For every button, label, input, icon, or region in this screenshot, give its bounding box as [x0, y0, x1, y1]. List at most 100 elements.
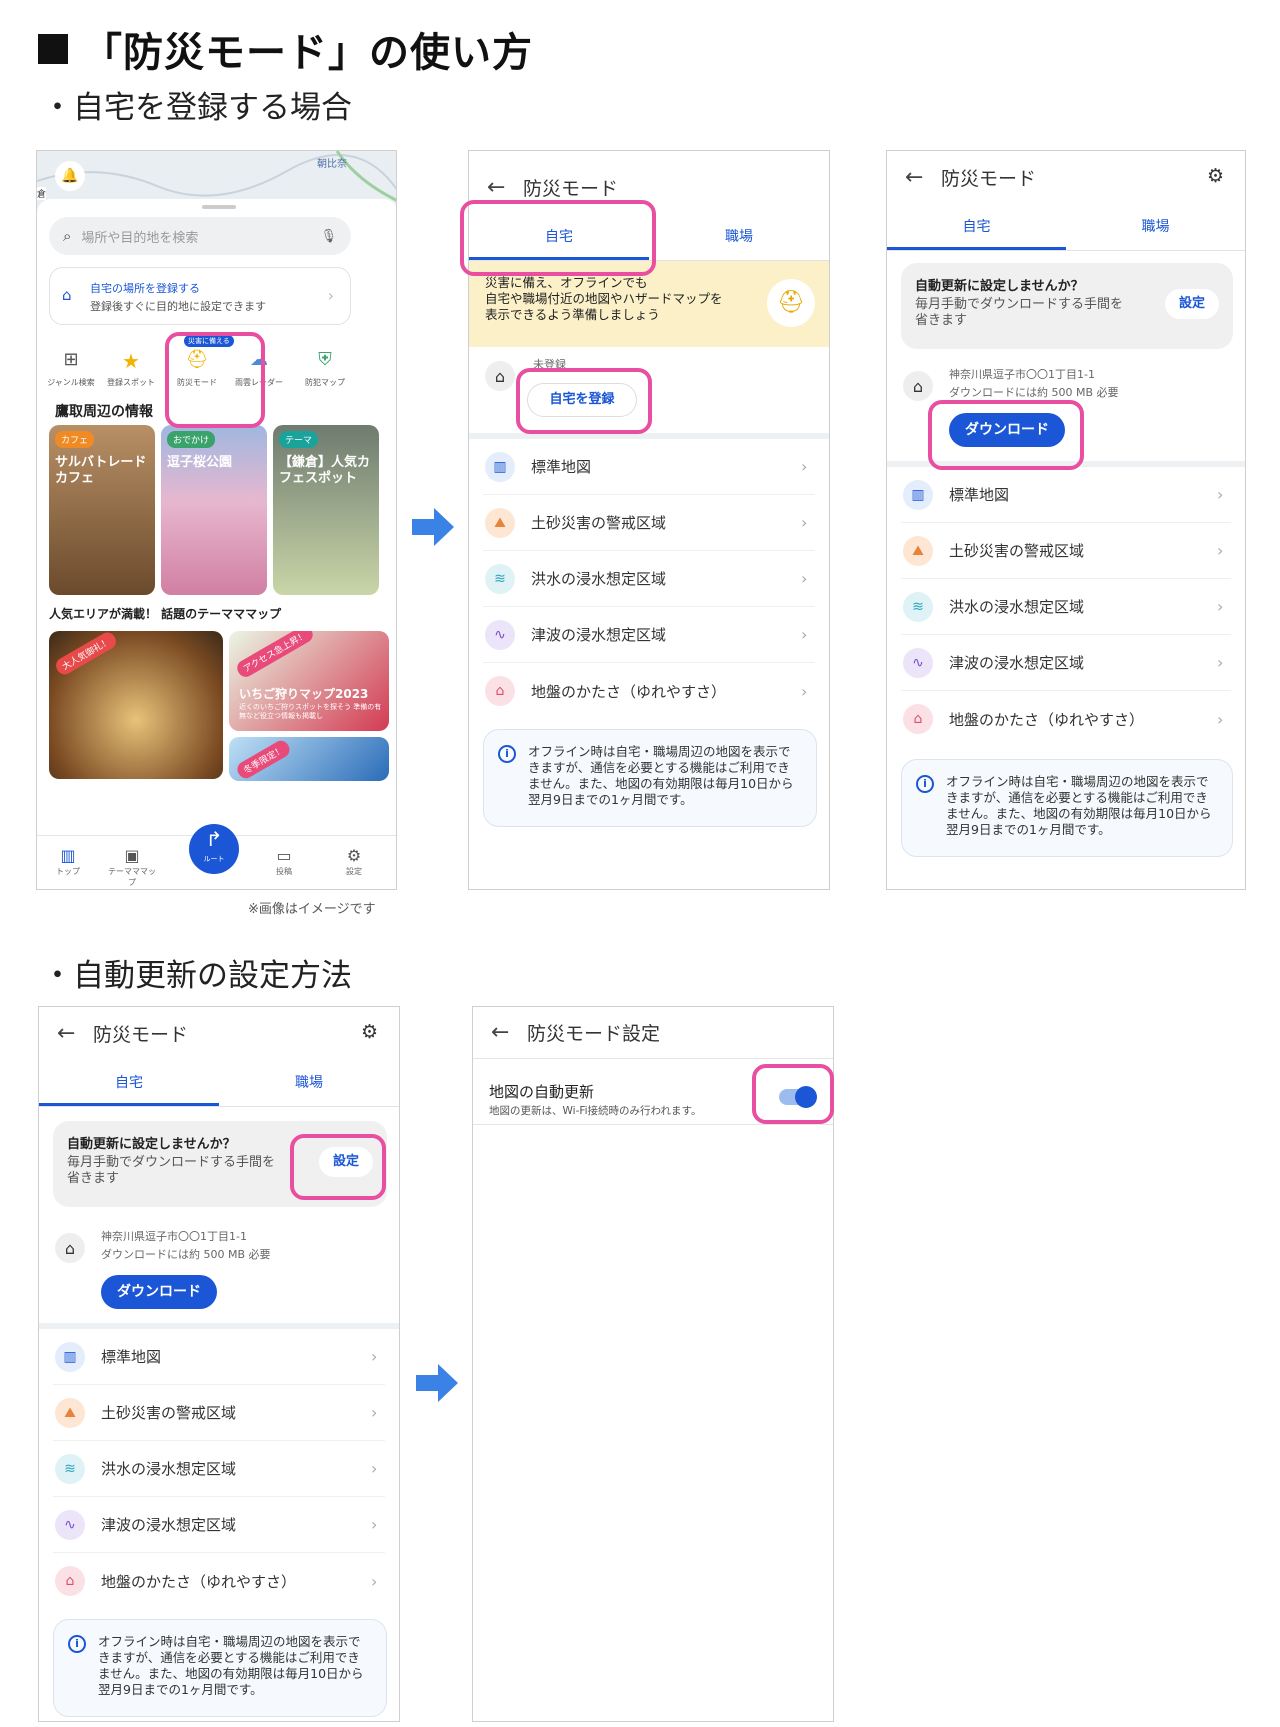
tab-work[interactable]: 職場 [219, 1061, 399, 1106]
home-icon: ⌂ [55, 1233, 85, 1263]
back-arrow-icon[interactable]: ← [905, 165, 927, 190]
banner-sub: 近くのいちご狩りスポットを探そう 準備の有無など役立つ情報も掲載し [239, 703, 382, 720]
header-bar: ← 防災モード ⚙ [39, 1007, 399, 1059]
chevron-right-icon: › [1217, 597, 1224, 616]
setting-sub: 地図の更新は、Wi-Fi接続時のみ行われます。 [489, 1105, 702, 1117]
section-heading-register: ・自宅を登録する場合 [42, 90, 352, 126]
register-home-card[interactable]: ⌂ 自宅の場所を登録する 登録後すぐに目的地に設定できます › [49, 267, 351, 325]
row-ground[interactable]: ⌂ 地盤のかたさ（ゆれやすさ） › [53, 1553, 385, 1609]
info-text: オフライン時は自宅・職場周辺の地図を表示できますが、通信を必要とする機能はご利用… [98, 1634, 364, 1697]
arrow-right-icon [412, 508, 454, 546]
row-landslide[interactable]: ⛰ 土砂災害の警戒区域 › [483, 495, 815, 551]
back-arrow-icon[interactable]: ← [57, 1021, 79, 1046]
flood-icon: ≋ [55, 1453, 85, 1484]
banner-tag: 冬季限定！ [234, 737, 293, 781]
row-standard-map[interactable]: ▥ 標準地図 › [53, 1329, 385, 1385]
chevron-right-icon: › [371, 1347, 378, 1366]
register-home-sub: 登録後すぐに目的地に設定できます [90, 300, 266, 313]
home-icon: ⌂ [903, 371, 933, 401]
tile-theme[interactable]: テーマ 【鎌倉】人気カフェスポット [273, 425, 379, 595]
tsunami-icon: ∿ [485, 619, 515, 650]
nav-post[interactable]: ▭ 投稿 [259, 846, 309, 877]
gear-icon[interactable]: ⚙ [361, 1021, 383, 1043]
quick-crime-map[interactable]: ⛨ 防犯マップ [299, 349, 351, 388]
row-ground[interactable]: ⌂ 地盤のかたさ（ゆれやすさ） › [483, 663, 815, 719]
header-title: 防災モード [941, 167, 1037, 190]
tsunami-icon: ∿ [55, 1509, 85, 1540]
row-flood[interactable]: ≋ 洪水の浸水想定区域 › [901, 579, 1231, 635]
row-flood[interactable]: ≋ 洪水の浸水想定区域 › [483, 551, 815, 607]
highlight-bosai-mode [165, 332, 265, 428]
map-icon: ▥ [903, 479, 933, 510]
back-arrow-icon[interactable]: ← [491, 1020, 513, 1045]
row-landslide[interactable]: ⛰ 土砂災害の警戒区域 › [901, 523, 1231, 579]
row-ground[interactable]: ⌂ 地盤のかたさ（ゆれやすさ） › [901, 691, 1231, 747]
row-landslide[interactable]: ⛰ 土砂災害の警戒区域 › [53, 1385, 385, 1441]
download-size-text: ダウンロードには約 500 MB 必要 [101, 1248, 271, 1261]
chevron-right-icon: › [371, 1459, 378, 1478]
info-icon: i [68, 1635, 86, 1653]
header-title: 防災モード [523, 177, 619, 200]
tile-park[interactable]: おでかけ 逗子桜公園 [161, 425, 267, 595]
banner-tag: アクセス急上昇！ [234, 631, 316, 680]
row-tsunami[interactable]: ∿ 津波の浸水想定区域 › [901, 635, 1231, 691]
banner-strawberry[interactable]: アクセス急上昇！ いちご狩りマップ2023 近くのいちご狩りスポットを探そう 準… [229, 631, 389, 731]
header-bar: ← 防災モード ⚙ [887, 151, 1245, 203]
mic-icon[interactable]: 🎙 [320, 229, 337, 244]
row-standard-map[interactable]: ▥ 標準地図 › [901, 467, 1231, 523]
banner-ramen[interactable]: 大人気御礼！ [49, 631, 223, 779]
highlight-register-button [516, 368, 652, 434]
notice-text: 災害に備え、オフラインでも 自宅や職場付近の地図やハザードマップを 表示できるよ… [485, 275, 723, 322]
auto-update-sub: 毎月手動でダウンロードする手間を省きます [915, 297, 1124, 328]
tab-work[interactable]: 職場 [1066, 205, 1245, 250]
map-icon: ▥ [55, 1341, 85, 1372]
header-title: 防災モード設定 [527, 1023, 661, 1045]
page-title: 「防災モード」の使い方 [38, 20, 533, 78]
post-icon: ▭ [276, 846, 292, 865]
chevron-right-icon: › [801, 457, 808, 476]
banner-winter[interactable]: 冬季限定！ [229, 737, 389, 781]
address-text: 神奈川県逗子市〇〇1丁目1-1 [949, 368, 1095, 381]
info-text: オフライン時は自宅・職場周辺の地図を表示できますが、通信を必要とする機能はご利用… [946, 774, 1212, 837]
header-bar: ← 防災モード設定 [473, 1007, 833, 1059]
banner-title: いちご狩りマップ2023 [239, 687, 369, 701]
nav-theme-map[interactable]: ▣ テーマママップ [107, 846, 157, 888]
drag-handle[interactable] [202, 205, 236, 209]
tab-home[interactable]: 自宅 [887, 205, 1066, 250]
chevron-right-icon: › [801, 681, 808, 701]
tab-home[interactable]: 自宅 [39, 1061, 219, 1106]
auto-update-sub: 毎月手動でダウンロードする手間を省きます [67, 1155, 276, 1186]
search-input[interactable]: ⌕ 場所や目的地を検索 🎙 [49, 217, 351, 255]
download-button[interactable]: ダウンロード [101, 1275, 217, 1309]
landslide-icon: ⛰ [485, 507, 515, 538]
highlight-settings-button [290, 1134, 386, 1200]
tab-work[interactable]: 職場 [649, 215, 829, 260]
banner-tag: 大人気御礼！ [53, 631, 119, 678]
home-icon: ⌂ [485, 361, 515, 391]
flood-icon: ≋ [485, 563, 515, 594]
chevron-right-icon: › [801, 625, 808, 644]
chevron-right-icon: › [1217, 541, 1224, 560]
nav-top[interactable]: ▥ トップ [43, 846, 93, 877]
quake-house-icon: ⌂ [903, 704, 933, 734]
row-flood[interactable]: ≋ 洪水の浸水想定区域 › [53, 1441, 385, 1497]
route-button[interactable]: ↱ ルート [189, 824, 239, 874]
nav-settings[interactable]: ⚙ 設定 [329, 846, 379, 877]
row-standard-map[interactable]: ▥ 標準地図 › [483, 439, 815, 495]
row-tsunami[interactable]: ∿ 津波の浸水想定区域 › [53, 1497, 385, 1553]
back-arrow-icon[interactable]: ← [487, 175, 509, 200]
bell-icon[interactable]: 🔔 [55, 161, 85, 191]
phone-home-screen: 🔔 朝比奈 倉 ⌕ 場所や目的地を検索 🎙 ⌂ 自宅の場所を登録する 登録後すぐ… [36, 150, 397, 890]
search-placeholder: 場所や目的地を検索 [81, 230, 199, 246]
info-text: オフライン時は自宅・職場周辺の地図を表示できますが、通信を必要とする機能はご利用… [528, 744, 794, 807]
chevron-right-icon: › [1217, 485, 1224, 504]
quick-genre-search[interactable]: ⊞ ジャンル検索 [45, 349, 97, 388]
gear-icon[interactable]: ⚙ [1207, 165, 1229, 187]
chevron-right-icon: › [371, 1403, 378, 1422]
row-tsunami[interactable]: ∿ 津波の浸水想定区域 › [483, 607, 815, 663]
gear-icon: ⚙ [346, 846, 362, 865]
quick-saved-spots[interactable]: ★ 登録スポット [105, 349, 157, 388]
tile-cafe[interactable]: カフェ サルバトレードカフェ [49, 425, 155, 595]
chevron-right-icon: › [371, 1571, 378, 1591]
auto-update-button[interactable]: 設定 [1165, 289, 1219, 319]
